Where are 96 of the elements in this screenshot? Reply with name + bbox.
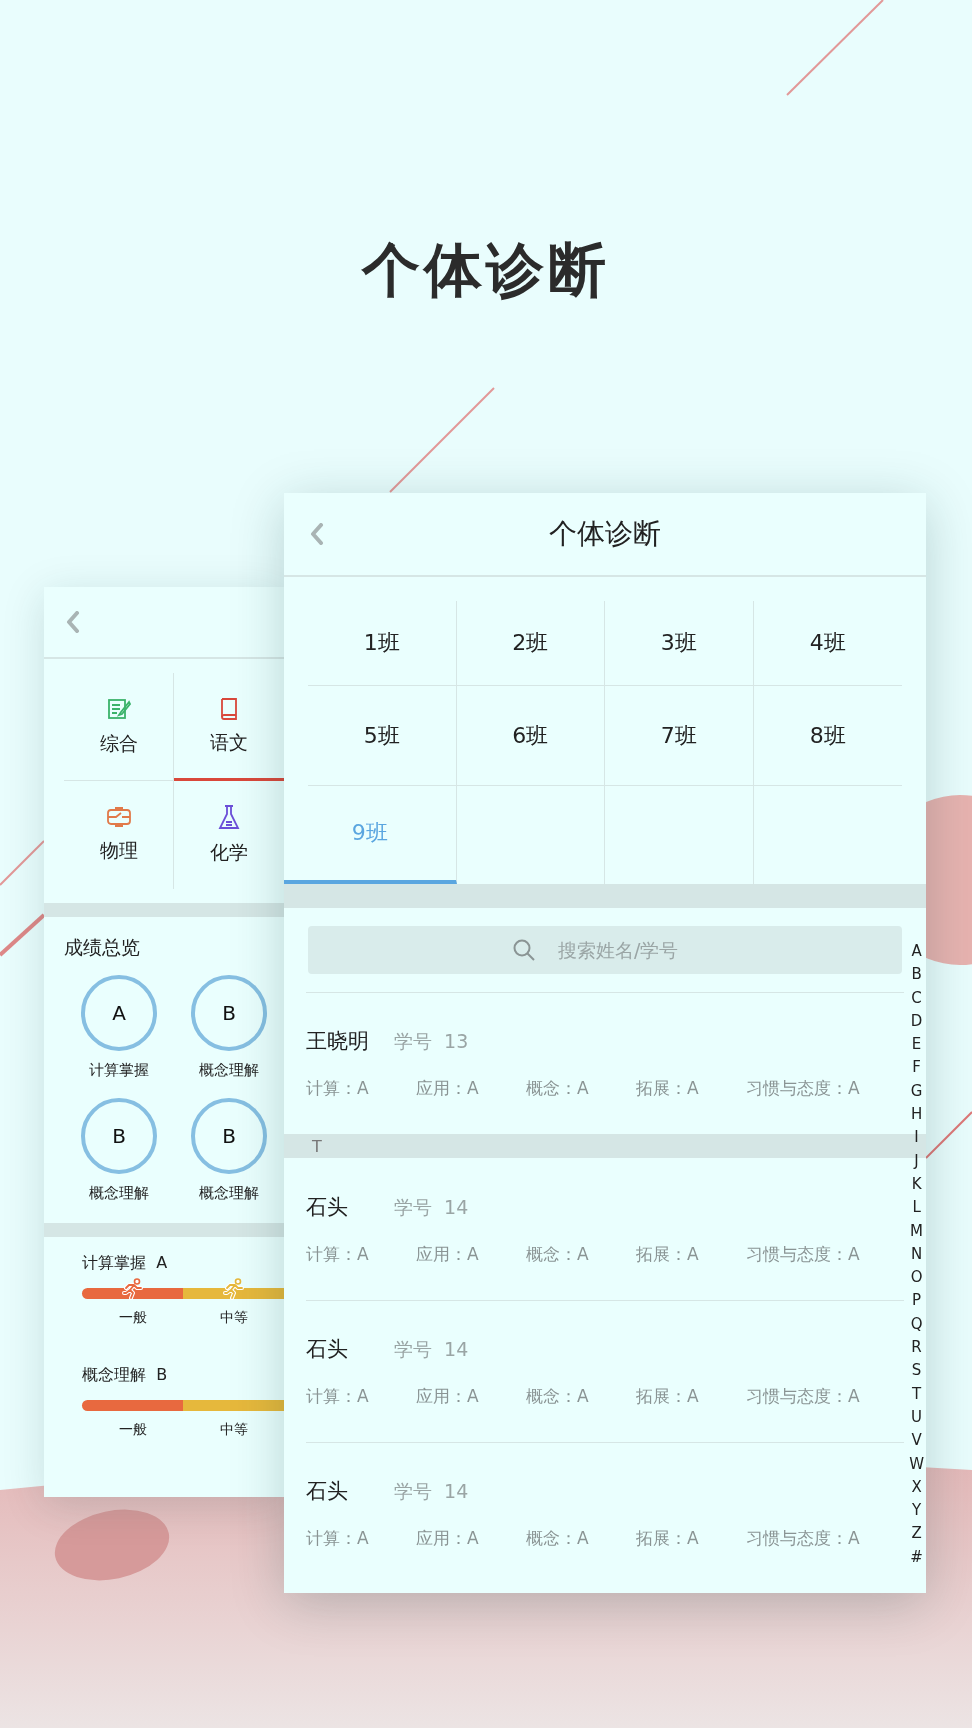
index-letter[interactable]: M: [910, 1219, 924, 1243]
score-text: 习惯与态度：A: [746, 1242, 860, 1266]
score-text: 拓展：A: [636, 1242, 700, 1266]
page-headline: 个体诊断: [362, 235, 610, 306]
index-letter[interactable]: X: [911, 1475, 922, 1500]
section-header: T: [312, 1136, 322, 1156]
grade-label: 计算掌握: [89, 1061, 149, 1080]
index-letter[interactable]: N: [910, 1242, 923, 1267]
score-text: 概念：A: [526, 1385, 590, 1408]
index-letter[interactable]: P: [912, 1289, 922, 1313]
class-tab[interactable]: 4班: [753, 601, 902, 686]
grade-circle: A: [81, 975, 157, 1051]
runner-icon: [122, 1278, 144, 1300]
search-field[interactable]: 搜索姓名/学号: [308, 926, 902, 974]
ability-title: 概念理解 B: [82, 1365, 168, 1386]
score-text: 习惯与态度：A: [746, 1527, 860, 1550]
index-letter[interactable]: #: [910, 1545, 923, 1569]
grade-circle: B: [191, 975, 267, 1051]
circuit-icon: [105, 806, 132, 828]
index-letter[interactable]: Q: [910, 1312, 923, 1337]
index-letter[interactable]: O: [910, 1266, 923, 1290]
score-text: 拓展：A: [636, 1385, 700, 1408]
class-tab[interactable]: 3班: [605, 601, 754, 686]
class-tab[interactable]: 6班: [456, 686, 605, 786]
ability-title: 计算掌握 A: [82, 1253, 168, 1274]
student-name[interactable]: 石头: [306, 1192, 394, 1221]
index-letter[interactable]: L: [912, 1196, 921, 1220]
score-text: 计算：A: [306, 1242, 370, 1266]
grade-label: 概念理解: [199, 1061, 259, 1080]
index-letter[interactable]: G: [910, 1079, 923, 1104]
score-text: 应用：A: [416, 1385, 480, 1408]
student-number: 学号 13: [394, 1029, 469, 1054]
segment-label: 一般: [118, 1421, 147, 1439]
score-text: 计算：A: [306, 1527, 370, 1550]
score-text: 计算：A: [306, 1077, 370, 1100]
index-letter[interactable]: Y: [912, 1499, 922, 1523]
decoration-line: [0, 840, 45, 886]
index-letter[interactable]: H: [910, 1103, 923, 1127]
student-number: 学号 14: [394, 1194, 469, 1220]
index-letter[interactable]: D: [910, 1009, 923, 1034]
runner-icon: [223, 1278, 245, 1300]
class-tab[interactable]: 8班: [753, 686, 902, 786]
class-tab[interactable]: 7班: [605, 686, 754, 786]
segment-label: 中等: [219, 1309, 248, 1327]
score-text: 习惯与态度：A: [746, 1077, 860, 1100]
index-letter[interactable]: S: [911, 1359, 922, 1383]
index-letter[interactable]: Z: [911, 1522, 922, 1546]
index-letter[interactable]: K: [911, 1172, 922, 1197]
subject-tab[interactable]: 物理: [64, 781, 174, 889]
student-name[interactable]: 王晓明: [306, 1027, 394, 1055]
subject-tab[interactable]: 综合: [64, 673, 174, 781]
index-letter[interactable]: F: [912, 1056, 921, 1080]
student-number: 学号 14: [394, 1479, 469, 1504]
score-text: 应用：A: [416, 1527, 480, 1550]
grade-circle: B: [81, 1098, 157, 1174]
class-tab[interactable]: 5班: [308, 686, 457, 786]
screen-title: 个体诊断: [549, 516, 661, 552]
subject-tab[interactable]: 化学: [174, 781, 284, 889]
index-letter[interactable]: T: [912, 1382, 922, 1406]
score-text: 应用：A: [416, 1077, 480, 1100]
decoration-line: [925, 1111, 972, 1159]
segment-label: 一般: [118, 1309, 147, 1327]
grade-circle: B: [191, 1098, 267, 1174]
notepad-icon: [106, 696, 131, 721]
segment-label: 中等: [219, 1421, 248, 1439]
index-letter[interactable]: U: [911, 1405, 923, 1430]
grade-label: 概念理解: [89, 1184, 149, 1203]
index-letter[interactable]: E: [911, 1033, 922, 1057]
book-icon: [218, 695, 240, 720]
index-letter[interactable]: W: [909, 1452, 924, 1476]
index-letter[interactable]: J: [914, 1149, 919, 1173]
section-title: 成绩总览: [64, 935, 141, 960]
index-letter[interactable]: V: [911, 1429, 922, 1453]
score-text: 概念：A: [526, 1077, 590, 1100]
back-icon[interactable]: [66, 611, 80, 633]
student-name[interactable]: 石头: [306, 1335, 394, 1363]
index-letter[interactable]: B: [911, 963, 922, 987]
class-tab[interactable]: 1班: [308, 601, 457, 686]
score-text: 拓展：A: [636, 1527, 700, 1550]
index-letter[interactable]: I: [914, 1126, 919, 1150]
flask-icon: [218, 804, 240, 830]
index-letter[interactable]: R: [911, 1336, 922, 1360]
score-text: 应用：A: [416, 1242, 480, 1266]
score-text: 计算：A: [306, 1385, 370, 1408]
student-number: 学号 14: [394, 1337, 469, 1362]
decoration-line: [0, 913, 46, 957]
score-text: 习惯与态度：A: [746, 1385, 860, 1408]
grade-label: 概念理解: [199, 1184, 259, 1203]
student-name[interactable]: 石头: [306, 1477, 394, 1505]
index-letter[interactable]: A: [911, 940, 922, 964]
score-text: 概念：A: [526, 1527, 590, 1550]
index-letter[interactable]: C: [911, 986, 922, 1010]
back-icon[interactable]: [310, 523, 324, 545]
class-tab[interactable]: 2班: [456, 601, 605, 686]
score-text: 拓展：A: [636, 1077, 700, 1100]
score-text: 概念：A: [526, 1242, 590, 1266]
